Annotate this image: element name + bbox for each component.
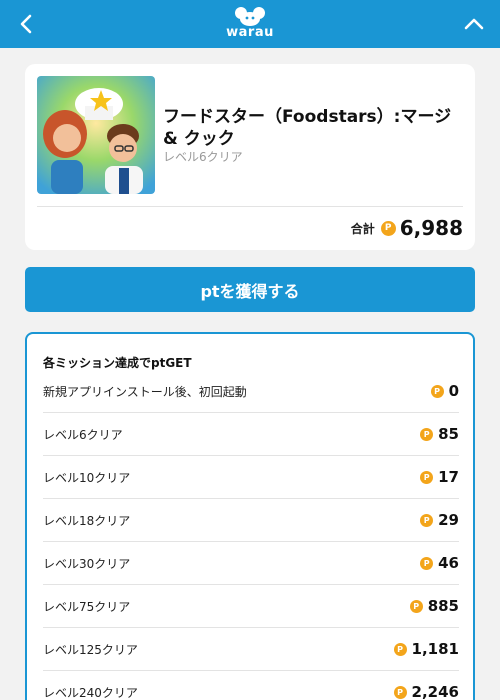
mission-row: 新規アプリインストール後、初回起動 P 0 — [43, 370, 459, 413]
mission-points-value: 17 — [438, 468, 459, 486]
mission-row: レベル18クリア P 29 — [43, 499, 459, 542]
chevron-up-icon — [464, 18, 484, 30]
mission-points-value: 2,246 — [411, 683, 459, 700]
mission-row: レベル10クリア P 17 — [43, 456, 459, 499]
point-coin-icon: P — [393, 685, 407, 699]
point-coin-icon: P — [420, 556, 434, 570]
mission-row: レベル6クリア P 85 — [43, 413, 459, 456]
top-bar: warau — [0, 0, 500, 48]
mission-points: P 2,246 — [393, 683, 459, 700]
point-coin-icon: P — [420, 427, 434, 441]
mission-label: レベル30クリア — [43, 556, 131, 571]
total-points: 合計 P 6,988 — [351, 216, 463, 240]
divider — [37, 206, 463, 207]
missions-title: 各ミッション達成でptGET — [43, 356, 192, 370]
get-points-button[interactable]: ptを獲得する — [25, 267, 475, 312]
mission-points-value: 885 — [427, 597, 459, 615]
mission-points: P 1,181 — [393, 640, 459, 658]
mission-points-value: 0 — [448, 382, 459, 400]
mission-label: レベル10クリア — [43, 470, 131, 485]
mission-points: P 0 — [430, 382, 459, 400]
app-subtitle: レベル6クリア — [163, 150, 243, 164]
mission-points-value: 1,181 — [411, 640, 459, 658]
mission-row: レベル240クリア P 2,246 — [43, 671, 459, 700]
missions-panel: 各ミッション達成でptGET 新規アプリインストール後、初回起動 P 0 レベル… — [25, 332, 475, 700]
mission-label: レベル125クリア — [43, 642, 138, 657]
point-coin-icon: P — [420, 513, 434, 527]
mascot-logo-icon — [235, 7, 265, 26]
mission-points-value: 85 — [438, 425, 459, 443]
point-coin-icon: P — [420, 470, 434, 484]
mission-points: P 46 — [420, 554, 459, 572]
app-logo[interactable]: warau — [222, 6, 278, 44]
mission-label: 新規アプリインストール後、初回起動 — [43, 384, 247, 399]
total-label: 合計 — [350, 221, 375, 236]
mission-points-value: 46 — [438, 554, 459, 572]
back-button[interactable] — [12, 10, 40, 38]
point-coin-icon: P — [393, 642, 407, 656]
mission-points: P 885 — [409, 597, 459, 615]
mission-row: レベル125クリア P 1,181 — [43, 628, 459, 671]
mission-label: レベル6クリア — [43, 427, 123, 442]
mission-points: P 17 — [420, 468, 459, 486]
app-card: フードスター（Foodstars）:マージ & クック レベル6クリア 合計 P… — [25, 64, 475, 250]
app-title: フードスター（Foodstars）:マージ & クック — [163, 107, 452, 149]
mission-label: レベル18クリア — [43, 513, 131, 528]
app-icon-image — [37, 76, 155, 194]
mission-points: P 85 — [420, 425, 459, 443]
scroll-up-button[interactable] — [460, 10, 488, 38]
point-coin-icon: P — [380, 220, 396, 236]
mission-label: レベル240クリア — [43, 685, 138, 700]
chevron-left-icon — [20, 14, 32, 34]
total-value: 6,988 — [399, 216, 463, 240]
logo-text: warau — [226, 25, 274, 40]
point-coin-icon: P — [430, 384, 444, 398]
point-coin-icon: P — [409, 599, 423, 613]
mission-row: レベル30クリア P 46 — [43, 542, 459, 585]
mission-points: P 29 — [420, 511, 459, 529]
mission-label: レベル75クリア — [43, 599, 131, 614]
mission-points-value: 29 — [438, 511, 459, 529]
mission-row: レベル75クリア P 885 — [43, 585, 459, 628]
